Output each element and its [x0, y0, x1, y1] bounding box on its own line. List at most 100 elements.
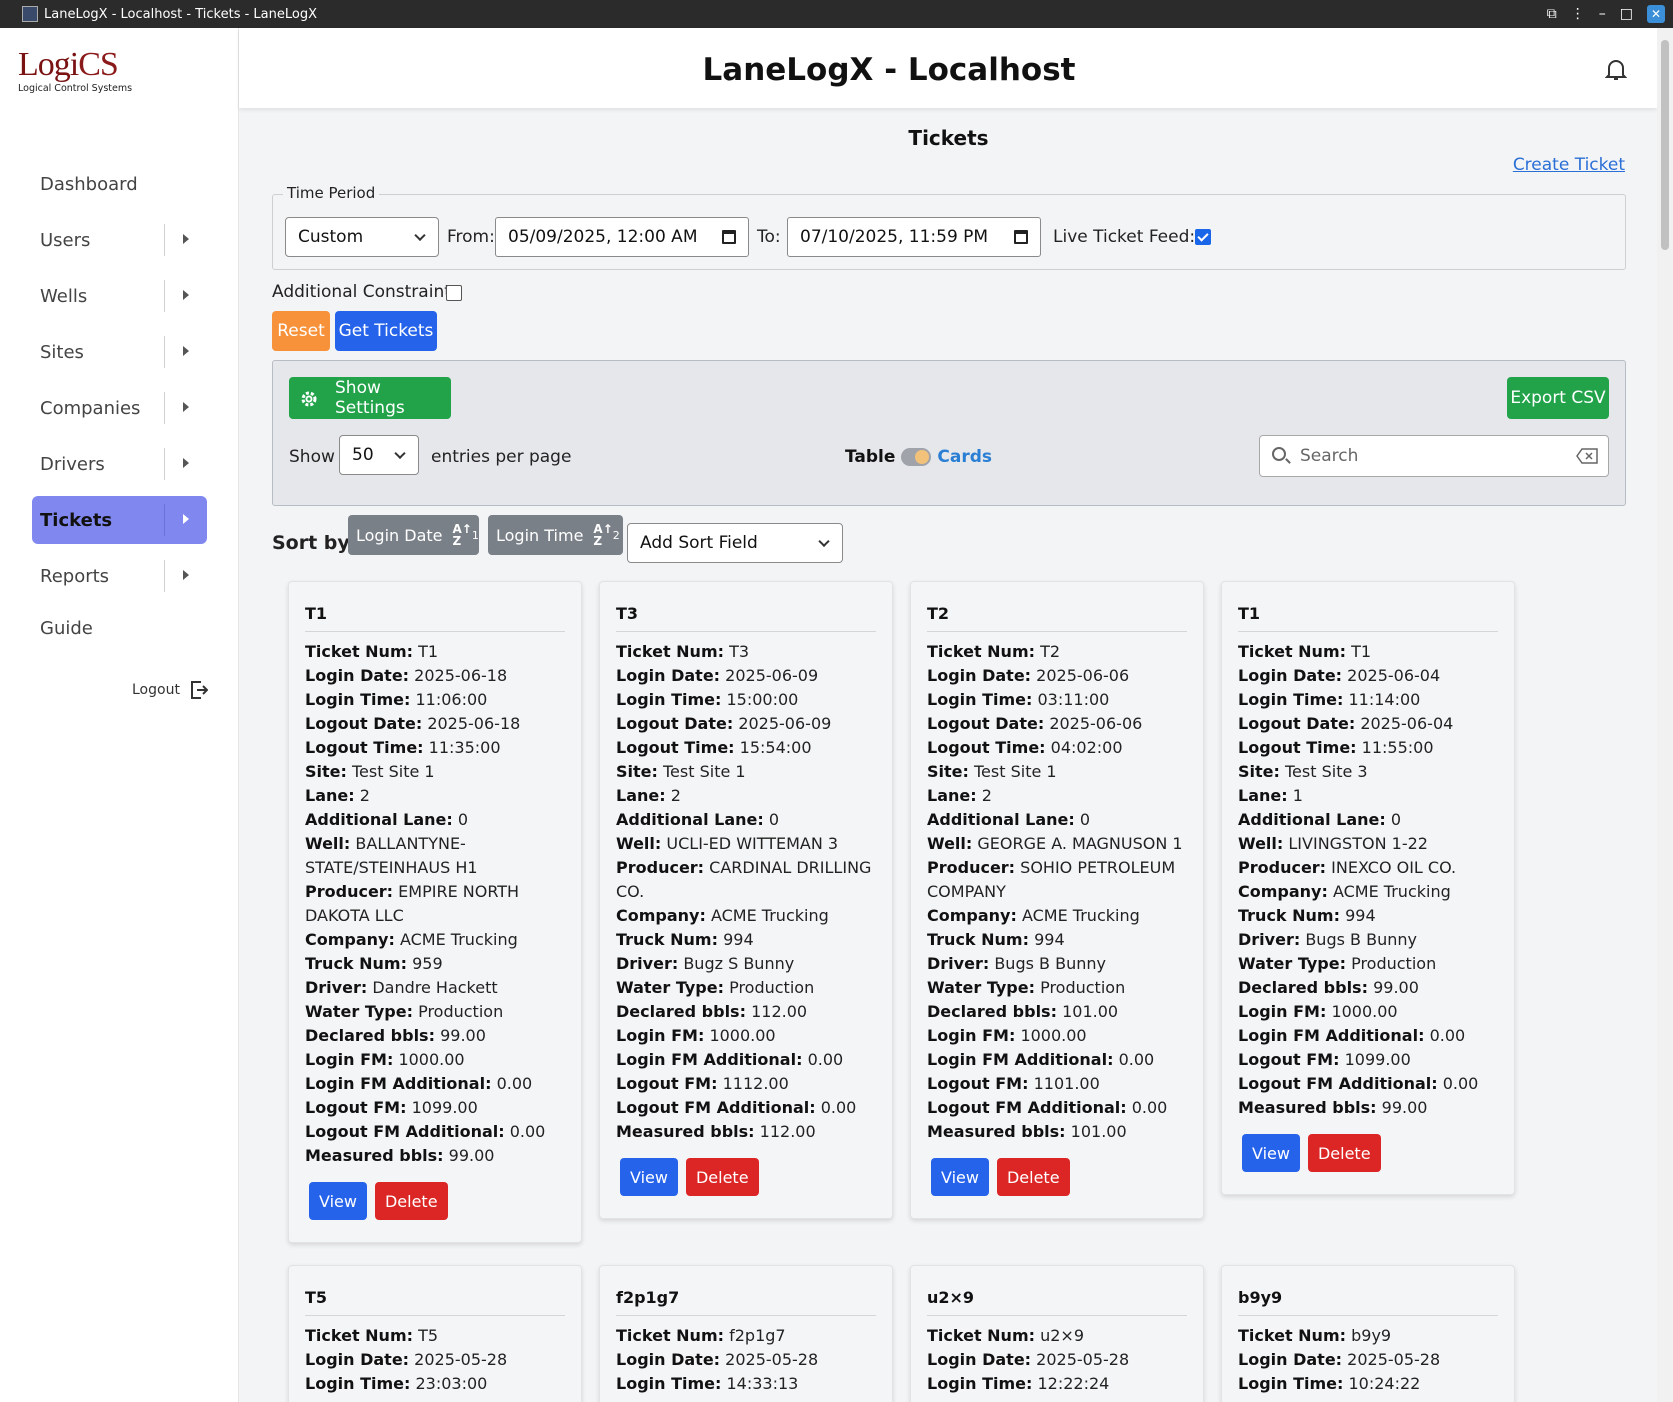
get-tickets-button[interactable]: Get Tickets [335, 311, 437, 351]
logout-button[interactable]: Logout [132, 680, 208, 700]
period-select[interactable]: Custom [285, 217, 439, 257]
more-menu-icon[interactable]: ⋮ [1571, 6, 1585, 22]
sidebar-item-sites[interactable]: Sites [32, 328, 207, 376]
card-field: Driver: Dandre Hackett [305, 978, 498, 997]
scrollbar-thumb[interactable] [1661, 40, 1669, 250]
cards-label: Cards [937, 447, 993, 467]
close-icon[interactable]: ✕ [1647, 5, 1665, 23]
from-label: From: [447, 227, 495, 247]
show-settings-button[interactable]: Show Settings [289, 377, 451, 419]
bell-icon[interactable] [1605, 58, 1627, 82]
search-input[interactable] [1300, 445, 1550, 467]
live-feed-checkbox[interactable] [1195, 229, 1211, 245]
sort-chip-login-time[interactable]: Login Time A↑ Z 2 [488, 515, 623, 555]
sidebar-item-dashboard[interactable]: Dashboard [32, 160, 207, 208]
caret-right-icon[interactable] [183, 234, 189, 244]
card-field: Water Type: Production [305, 1002, 504, 1021]
sort-asc-icon: A↑ Z [452, 522, 472, 548]
card-field: Login FM Additional: 0.00 [1238, 1026, 1466, 1045]
sort-chip-login-date[interactable]: Login Date A↑ Z 1 [348, 515, 479, 555]
card-title: b9y9 [1238, 1288, 1498, 1316]
sidebar-item-label: Drivers [40, 453, 105, 475]
sidebar-item-wells[interactable]: Wells [32, 272, 207, 320]
view-button[interactable]: View [309, 1182, 367, 1220]
create-ticket-link[interactable]: Create Ticket [1513, 155, 1625, 175]
card-field: Declared bbls: 99.00 [1238, 978, 1419, 997]
card-field: Logout Time: 11:55:00 [1238, 738, 1434, 757]
to-date-input[interactable]: 07/10/2025, 11:59 PM [787, 217, 1041, 257]
page-scrollbar[interactable] [1657, 28, 1673, 1402]
card-field: Measured bbls: 99.00 [305, 1146, 495, 1165]
card-field: Logout FM: 1099.00 [1238, 1050, 1411, 1069]
sidebar-item-tickets[interactable]: Tickets [32, 496, 207, 544]
delete-button[interactable]: Delete [996, 1158, 1070, 1196]
chevron-down-icon [414, 229, 426, 242]
add-sort-field-select[interactable]: Add Sort Field [627, 523, 843, 563]
entries-select[interactable]: 50 [339, 435, 419, 475]
toggle-knob [915, 450, 930, 464]
card-field: Ticket Num: T5 [305, 1326, 439, 1345]
calendar-icon[interactable] [722, 230, 736, 244]
delete-button[interactable]: Delete [374, 1182, 448, 1220]
to-date-value: 07/10/2025, 11:59 PM [800, 227, 989, 247]
card-field: Login Date: 2025-05-28 [927, 1350, 1130, 1369]
card-field: Logout FM: 1101.00 [927, 1074, 1100, 1093]
view-toggle-group: Table Cards [845, 447, 992, 467]
sidebar-item-label: Dashboard [40, 173, 138, 195]
clear-search-icon[interactable] [1576, 448, 1598, 464]
sidebar-item-reports[interactable]: Reports [32, 552, 207, 600]
card-field: Logout Time: 11:35:00 [305, 738, 501, 757]
maximize-icon[interactable]: □ [1620, 6, 1633, 22]
card-title: T2 [927, 604, 1187, 632]
from-date-input[interactable]: 05/09/2025, 12:00 AM [495, 217, 749, 257]
show-settings-label: Show Settings [335, 378, 405, 418]
delete-button[interactable]: Delete [1307, 1134, 1381, 1172]
card-field: Logout Time: 15:54:00 [616, 738, 812, 757]
card-field: Logout Date: 2025-06-18 [305, 714, 521, 733]
view-button[interactable]: View [931, 1158, 989, 1196]
card-field: Water Type: Production [1238, 954, 1437, 973]
ticket-card: f2p1g7 Ticket Num: f2p1g7 Login Date: 20… [599, 1265, 893, 1402]
sidebar-item-drivers[interactable]: Drivers [32, 440, 207, 488]
sort-chip-label: Login Date [356, 525, 443, 545]
card-field: Login FM: 1000.00 [616, 1026, 776, 1045]
caret-right-icon[interactable] [183, 570, 189, 580]
sort-asc-icon: A↑ Z [593, 522, 613, 548]
search-box [1259, 435, 1609, 477]
caret-right-icon[interactable] [183, 402, 189, 412]
minimize-icon[interactable]: – [1599, 6, 1606, 22]
sidebar-item-users[interactable]: Users [32, 216, 207, 264]
card-field: Logout FM Additional: 0.00 [927, 1098, 1168, 1117]
caret-right-icon[interactable] [183, 346, 189, 356]
caret-right-icon[interactable] [183, 514, 189, 524]
card-field: Site: Test Site 1 [305, 762, 435, 781]
card-field: Additional Lane: 0 [1238, 810, 1402, 829]
delete-button[interactable]: Delete [685, 1158, 759, 1196]
export-csv-button[interactable]: Export CSV [1507, 377, 1609, 419]
sidebar-item-companies[interactable]: Companies [32, 384, 207, 432]
calendar-icon[interactable] [1014, 230, 1028, 244]
logout-icon [190, 681, 208, 699]
card-field: Login Time: 03:11:00 [927, 690, 1110, 709]
card-field: Ticket Num: T2 [927, 642, 1061, 661]
sidebar-item-label: Sites [40, 341, 84, 363]
additional-constraints-checkbox[interactable] [446, 285, 462, 301]
view-button[interactable]: View [620, 1158, 678, 1196]
card-field: Lane: 2 [616, 786, 681, 805]
view-button[interactable]: View [1242, 1134, 1300, 1172]
caret-right-icon[interactable] [183, 290, 189, 300]
from-date-value: 05/09/2025, 12:00 AM [508, 227, 698, 247]
card-field: Logout Date: 2025-06-04 [1238, 714, 1454, 733]
card-field: Company: ACME Trucking [305, 930, 518, 949]
caret-right-icon[interactable] [183, 458, 189, 468]
main-content: Tickets Create Ticket Time Period Custom… [240, 108, 1657, 1402]
ticket-card: T3 Ticket Num: T3 Login Date: 2025-06-09… [599, 581, 893, 1219]
sidebar-item-label: Companies [40, 397, 141, 419]
sidebar-item-guide[interactable]: Guide [32, 608, 207, 648]
card-field: Company: ACME Trucking [927, 906, 1140, 925]
card-field: Driver: Bugz S Bunny [616, 954, 795, 973]
card-field: Declared bbls: 101.00 [927, 1002, 1119, 1021]
extensions-icon[interactable]: ⧉ [1547, 6, 1557, 22]
view-mode-toggle[interactable] [901, 448, 932, 466]
reset-button[interactable]: Reset [272, 311, 330, 351]
